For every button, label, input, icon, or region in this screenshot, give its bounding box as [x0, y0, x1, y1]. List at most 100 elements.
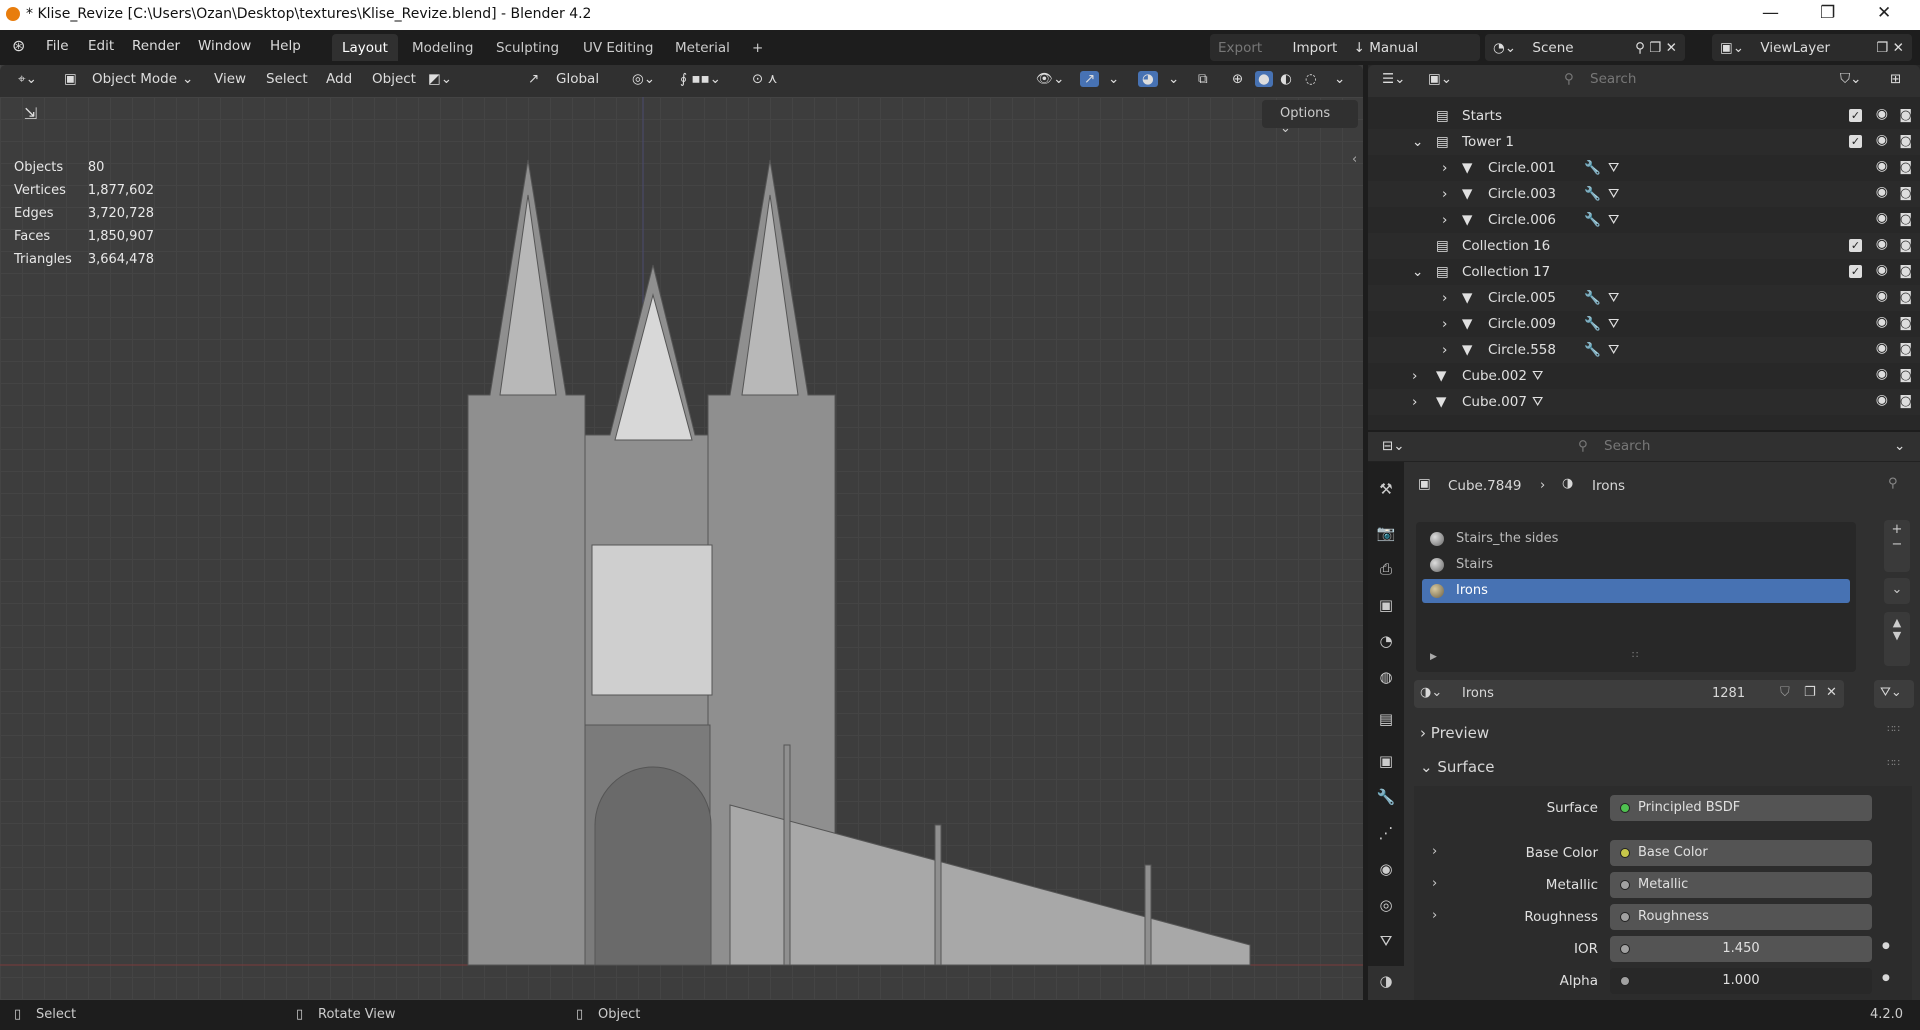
- material-slot[interactable]: Stairs: [1422, 553, 1850, 577]
- chevron-right-icon[interactable]: ›: [1432, 908, 1437, 923]
- outliner-item[interactable]: ▤ Starts ✓ ◉ ◙: [1368, 103, 1920, 129]
- eye-icon[interactable]: ◉: [1876, 184, 1888, 200]
- chevron-right-icon[interactable]: ›: [1442, 160, 1447, 176]
- camera-icon[interactable]: ◙: [1899, 186, 1912, 201]
- outliner-item[interactable]: › ▼ Circle.009 🔧 ⛛ ◉ ◙: [1368, 311, 1920, 337]
- eye-icon[interactable]: ◉: [1876, 132, 1888, 148]
- sidebar-toggle-icon[interactable]: ‹: [1352, 152, 1357, 167]
- pin-icon[interactable]: ⚲: [1888, 476, 1898, 491]
- camera-icon[interactable]: ◙: [1899, 238, 1912, 253]
- move-up-icon[interactable]: ▲: [1884, 616, 1910, 629]
- menu-window[interactable]: Window: [198, 38, 251, 54]
- tab-meterial[interactable]: Meterial: [665, 34, 740, 61]
- socket-field[interactable]: Base Color: [1610, 840, 1872, 866]
- material-tab-icon[interactable]: ◑: [1368, 966, 1404, 1000]
- export-button[interactable]: Export: [1218, 40, 1262, 56]
- camera-icon[interactable]: ◙: [1899, 160, 1912, 175]
- material-name-field[interactable]: Irons: [1462, 686, 1494, 701]
- eye-icon[interactable]: ◉: [1876, 366, 1888, 382]
- outliner-item[interactable]: › ▼ Circle.005 🔧 ⛛ ◉ ◙: [1368, 285, 1920, 311]
- tab-modeling[interactable]: Modeling: [402, 34, 483, 61]
- properties-search-input[interactable]: Search: [1604, 438, 1650, 454]
- chevron-right-icon[interactable]: ›: [1412, 368, 1417, 384]
- menu-view[interactable]: View: [214, 71, 246, 87]
- mesh-data-icon[interactable]: ⛛: [1532, 394, 1543, 410]
- scene-selector[interactable]: ◔⌄ Scene ⚲ ❐ ✕: [1485, 34, 1685, 61]
- editor-type-icon[interactable]: ⌖⌄: [18, 71, 37, 87]
- material-datablock[interactable]: ◑⌄ Irons 1281 ⛉ ❐ ✕: [1414, 680, 1844, 708]
- panel-preview[interactable]: › Preview ∷∷: [1420, 724, 1900, 748]
- exclude-checkbox[interactable]: ✓: [1849, 109, 1862, 122]
- camera-icon[interactable]: ◙: [1899, 134, 1912, 149]
- outliner-item-name[interactable]: Circle.001: [1488, 160, 1556, 176]
- socket-dot-icon[interactable]: [1620, 944, 1630, 954]
- socket-dot-icon[interactable]: [1620, 848, 1630, 858]
- chevron-down-icon[interactable]: ⌄: [1412, 264, 1423, 280]
- chevron-down-icon[interactable]: ⌄: [1168, 71, 1179, 87]
- outliner-item-name[interactable]: Cube.007: [1462, 394, 1527, 410]
- camera-icon[interactable]: ◙: [1899, 264, 1912, 279]
- outliner-item-name[interactable]: Circle.003: [1488, 186, 1556, 202]
- new-collection-icon[interactable]: ⊞: [1890, 71, 1901, 87]
- scene-actions-icons[interactable]: ⚲ ❐ ✕: [1635, 40, 1677, 56]
- modifier-icon[interactable]: 🔧: [1584, 212, 1601, 228]
- chevron-right-icon[interactable]: ›: [1432, 844, 1437, 859]
- link-type-dropdown[interactable]: ⛛⌄: [1874, 680, 1914, 708]
- output-tab-icon[interactable]: ⎙: [1376, 560, 1396, 580]
- remove-slot-icon[interactable]: −: [1884, 537, 1910, 552]
- tool-tab-icon[interactable]: ⚒: [1376, 480, 1396, 500]
- outliner-item-name[interactable]: Collection 17: [1462, 264, 1550, 280]
- chevron-down-icon[interactable]: ⌄: [1334, 71, 1345, 87]
- camera-icon[interactable]: ◙: [1899, 316, 1912, 331]
- camera-icon[interactable]: ◙: [1899, 108, 1912, 123]
- object-gizmo-icon[interactable]: ◩⌄: [428, 71, 452, 87]
- camera-icon[interactable]: ◙: [1899, 368, 1912, 383]
- outliner-item-name[interactable]: Circle.558: [1488, 342, 1556, 358]
- eye-icon[interactable]: ◉: [1876, 210, 1888, 226]
- material-slot-selected[interactable]: Irons: [1422, 579, 1850, 603]
- display-mode-icon[interactable]: ☰⌄: [1382, 71, 1405, 87]
- snap-icon[interactable]: ∮ ▪▪⌄: [680, 71, 721, 87]
- keyframe-dot-icon[interactable]: ●: [1882, 941, 1890, 951]
- mesh-data-icon[interactable]: ⛛: [1608, 212, 1619, 228]
- outliner-item[interactable]: › ▼ Circle.003 🔧 ⛛ ◉ ◙: [1368, 181, 1920, 207]
- orientation-dropdown[interactable]: Global: [556, 71, 599, 87]
- exclude-checkbox[interactable]: ✓: [1849, 265, 1862, 278]
- mesh-data-icon[interactable]: ⛛: [1608, 316, 1619, 332]
- material-shading-icon[interactable]: ◐: [1280, 71, 1292, 87]
- mesh-data-icon[interactable]: ⛛: [1608, 160, 1619, 176]
- socket-field[interactable]: 1.450: [1610, 936, 1872, 962]
- camera-icon[interactable]: ◙: [1899, 212, 1912, 227]
- socket-field[interactable]: Metallic: [1610, 872, 1872, 898]
- view-layer-icon[interactable]: ▣⌄: [1428, 71, 1452, 87]
- eye-icon[interactable]: ◉: [1876, 236, 1888, 252]
- chevron-right-icon[interactable]: ›: [1412, 394, 1417, 410]
- chevron-right-icon[interactable]: ›: [1442, 186, 1447, 202]
- camera-icon[interactable]: ◙: [1899, 290, 1912, 305]
- socket-dot-icon[interactable]: [1620, 803, 1630, 813]
- add-workspace-button[interactable]: +: [742, 34, 773, 61]
- pivot-icon[interactable]: ◎⌄: [632, 71, 655, 87]
- outliner-item[interactable]: ⌄ ▤ Collection 17 ✓ ◉ ◙: [1368, 259, 1920, 285]
- outliner-item-name[interactable]: Starts: [1462, 108, 1502, 124]
- exclude-checkbox[interactable]: ✓: [1849, 239, 1862, 252]
- eye-icon[interactable]: ◉: [1876, 158, 1888, 174]
- outliner-item[interactable]: ▤ Collection 16 ✓ ◉ ◙: [1368, 233, 1920, 259]
- world-tab-icon[interactable]: ◍: [1376, 668, 1396, 688]
- object-tab-icon[interactable]: ▣: [1376, 752, 1396, 772]
- drag-handle-icon[interactable]: ∷∷: [1887, 758, 1900, 769]
- menu-render[interactable]: Render: [132, 38, 180, 54]
- slot-specials-icon[interactable]: ⌄: [1884, 578, 1910, 604]
- tab-uv-editing[interactable]: UV Editing: [573, 34, 663, 61]
- blender-menu-icon[interactable]: ⊛: [12, 36, 25, 55]
- data-tab-icon[interactable]: ⛛: [1376, 932, 1396, 952]
- modifier-icon[interactable]: 🔧: [1584, 186, 1601, 202]
- modifier-icon[interactable]: 🔧: [1584, 316, 1601, 332]
- outliner-item-name[interactable]: Cube.002: [1462, 368, 1527, 384]
- select-tool-icon[interactable]: ⇲: [24, 104, 37, 123]
- socket-dot-icon[interactable]: [1620, 880, 1630, 890]
- outliner-item-name[interactable]: Circle.005: [1488, 290, 1556, 306]
- outliner-item[interactable]: ⌄ ▤ Tower 1 ✓ ◉ ◙: [1368, 129, 1920, 155]
- keyframe-dot-icon[interactable]: ●: [1882, 973, 1890, 983]
- modifier-tab-icon[interactable]: 🔧: [1376, 788, 1396, 808]
